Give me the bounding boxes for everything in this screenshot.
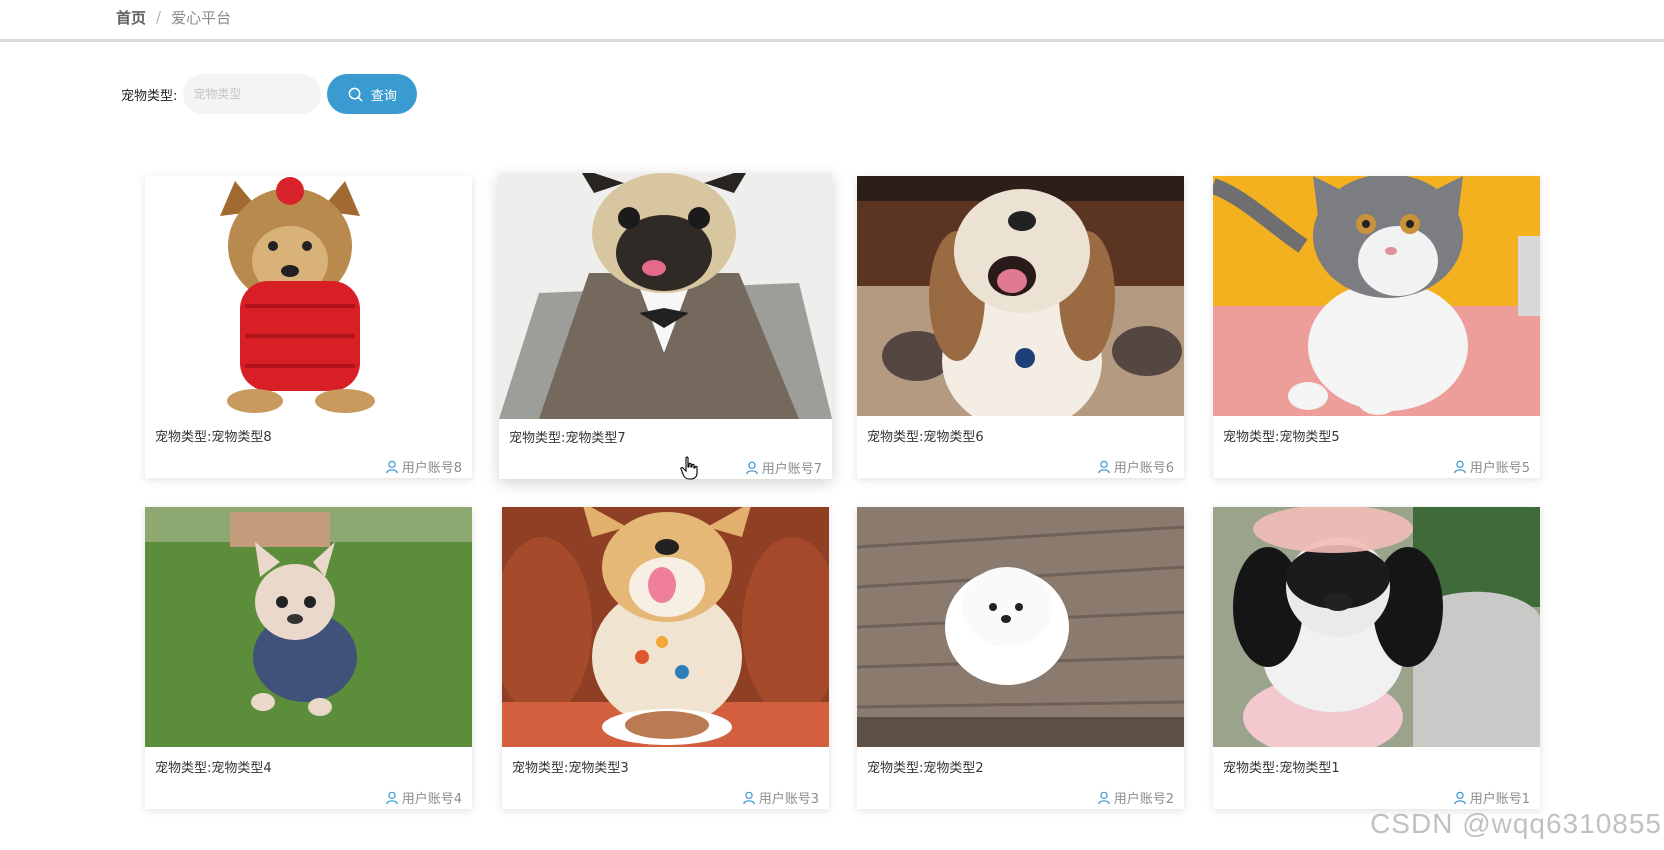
pet-type-text: 宠物类型:宠物类型5 — [1223, 430, 1340, 445]
top-header: 首页 / 爱心平台 — [0, 0, 1664, 42]
user-icon — [1097, 791, 1110, 804]
pet-card[interactable]: 宠物类型:宠物类型2 用户账号2 — [857, 507, 1184, 809]
search-button[interactable]: 查询 — [327, 74, 418, 114]
owner-account-text: 用户账号8 — [401, 461, 462, 476]
pet-card[interactable]: 宠物类型:宠物类型5 用户账号5 — [1213, 176, 1540, 478]
search-button-label: 查询 — [370, 88, 397, 104]
user-icon — [1453, 460, 1466, 473]
pet-card[interactable]: 宠物类型:宠物类型6 用户账号6 — [857, 176, 1184, 478]
pet-type-text: 宠物类型:宠物类型4 — [155, 761, 272, 776]
owner-account-text: 用户账号5 — [1469, 461, 1530, 476]
pet-photo-yorkie — [145, 176, 472, 416]
pet-photo-pug — [499, 173, 832, 419]
user-icon — [385, 460, 398, 473]
user-icon — [1453, 791, 1466, 804]
owner-account-text: 用户账号1 — [1469, 792, 1530, 807]
owner-account: 用户账号4 — [385, 788, 462, 807]
pet-type-text: 宠物类型:宠物类型7 — [509, 431, 626, 446]
breadcrumb: 首页 / 爱心平台 — [116, 6, 231, 28]
hand-pointer-icon — [680, 456, 698, 480]
owner-account-text: 用户账号6 — [1113, 461, 1174, 476]
pet-card[interactable]: 宠物类型:宠物类型7 用户账号7 — [499, 173, 832, 479]
owner-account-text: 用户账号2 — [1113, 792, 1174, 807]
pet-card[interactable]: 宠物类型:宠物类型8 用户账号8 — [145, 176, 472, 478]
owner-account-text: 用户账号3 — [758, 792, 819, 807]
pet-card[interactable]: 宠物类型:宠物类型1 用户账号1 — [1213, 507, 1540, 809]
owner-account: 用户账号7 — [745, 458, 822, 477]
pet-photo-pomeranian — [857, 507, 1184, 747]
breadcrumb-current: 爱心平台 — [171, 8, 232, 27]
pet-card[interactable]: 宠物类型:宠物类型3 用户账号3 — [502, 507, 829, 809]
user-icon — [1097, 460, 1110, 473]
owner-account: 用户账号6 — [1097, 457, 1174, 476]
user-icon — [745, 461, 758, 474]
search-icon — [348, 87, 363, 101]
pet-type-text: 宠物类型:宠物类型2 — [867, 761, 984, 776]
pet-photo-poodle — [1213, 507, 1540, 747]
owner-account: 用户账号1 — [1453, 788, 1530, 807]
owner-account: 用户账号3 — [742, 788, 819, 807]
user-icon — [385, 791, 398, 804]
owner-account-text: 用户账号7 — [761, 462, 822, 477]
pet-type-text: 宠物类型:宠物类型3 — [512, 761, 629, 776]
pet-photo-shih-tzu — [857, 176, 1184, 416]
pet-photo-french-bulldog — [145, 507, 472, 747]
pet-card[interactable]: 宠物类型:宠物类型4 用户账号4 — [145, 507, 472, 809]
pet-type-text: 宠物类型:宠物类型6 — [867, 430, 984, 445]
owner-account: 用户账号2 — [1097, 788, 1174, 807]
breadcrumb-home-link[interactable]: 首页 — [116, 7, 146, 28]
watermark-text: CSDN @wqq6310855 — [1370, 808, 1662, 839]
search-bar: 宠物类型: 查询 — [121, 74, 418, 114]
pet-photo-corgi — [502, 507, 829, 747]
user-icon — [742, 791, 755, 804]
pet-type-text: 宠物类型:宠物类型1 — [1223, 761, 1340, 776]
owner-account-text: 用户账号4 — [401, 792, 462, 807]
owner-account: 用户账号5 — [1453, 457, 1530, 476]
search-label: 宠物类型: — [121, 88, 178, 104]
owner-account: 用户账号8 — [385, 457, 462, 476]
pet-type-text: 宠物类型:宠物类型8 — [155, 430, 272, 445]
pet-photo-kitten — [1213, 176, 1540, 416]
pet-type-search-input[interactable] — [183, 74, 322, 114]
breadcrumb-separator: / — [156, 8, 162, 26]
